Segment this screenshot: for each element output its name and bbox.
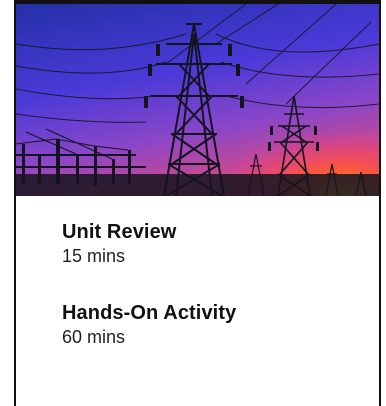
activity-list: Unit Review 15 mins Hands-On Activity 60… — [16, 196, 379, 348]
activity-duration: 60 mins — [62, 327, 126, 347]
activity-card[interactable]: Unit Review 15 mins Hands-On Activity 60… — [14, 0, 381, 406]
activity-item-hands-on-activity[interactable]: Hands-On Activity 60 mins — [62, 301, 379, 348]
activity-item-unit-review[interactable]: Unit Review 15 mins — [62, 220, 379, 267]
activity-title: Hands-On Activity — [62, 302, 237, 324]
activity-title: Unit Review — [62, 221, 177, 243]
power-towers-illustration — [16, 4, 379, 196]
hero-image — [16, 4, 379, 196]
activity-duration: 15 mins — [62, 246, 126, 266]
